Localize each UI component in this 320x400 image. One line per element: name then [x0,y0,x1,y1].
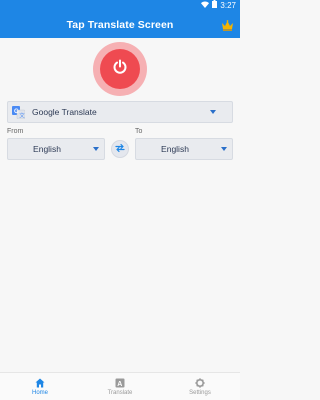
from-language-select[interactable]: English [7,138,105,160]
engine-select[interactable]: G 文 Google Translate [7,101,233,123]
home-icon [35,377,46,388]
from-label: From [7,128,24,135]
nav-label-home: Home [31,390,48,396]
svg-text:A: A [117,381,122,388]
to-language-value: English [161,144,189,154]
swap-languages-button[interactable] [111,140,129,158]
power-icon [112,59,128,80]
gear-icon [195,377,206,388]
svg-text:文: 文 [19,112,25,120]
nav-item-translate[interactable]: A Translate [80,373,160,400]
chevron-down-icon [210,110,216,114]
chevron-down-icon [93,147,99,151]
nav-label-settings: Settings [189,390,211,396]
svg-text:G: G [14,109,19,115]
wifi-icon [201,0,210,12]
swap-icon [115,140,125,158]
engine-label: Google Translate [32,107,97,117]
to-label: To [135,128,143,135]
from-language-value: English [33,144,61,154]
status-time: 3:27 [220,1,236,10]
power-button-halo[interactable] [93,42,147,96]
app-bar: Tap Translate Screen [0,12,240,38]
page-title: Tap Translate Screen [66,19,174,31]
nav-item-settings[interactable]: Settings [160,373,240,400]
to-language-select[interactable]: English [135,138,233,160]
battery-icon [212,0,218,12]
google-translate-icon: G 文 [12,106,25,120]
status-icons: 3:27 [201,0,236,12]
translate-icon: A [115,377,126,388]
power-button[interactable] [100,49,140,89]
crown-icon[interactable] [220,19,234,31]
nav-item-home[interactable]: Home [0,373,80,400]
bottom-nav: Home A Translate Settings [0,372,240,400]
status-bar: 3:27 [0,0,240,12]
nav-label-translate: Translate [107,390,133,396]
chevron-down-icon [221,147,227,151]
